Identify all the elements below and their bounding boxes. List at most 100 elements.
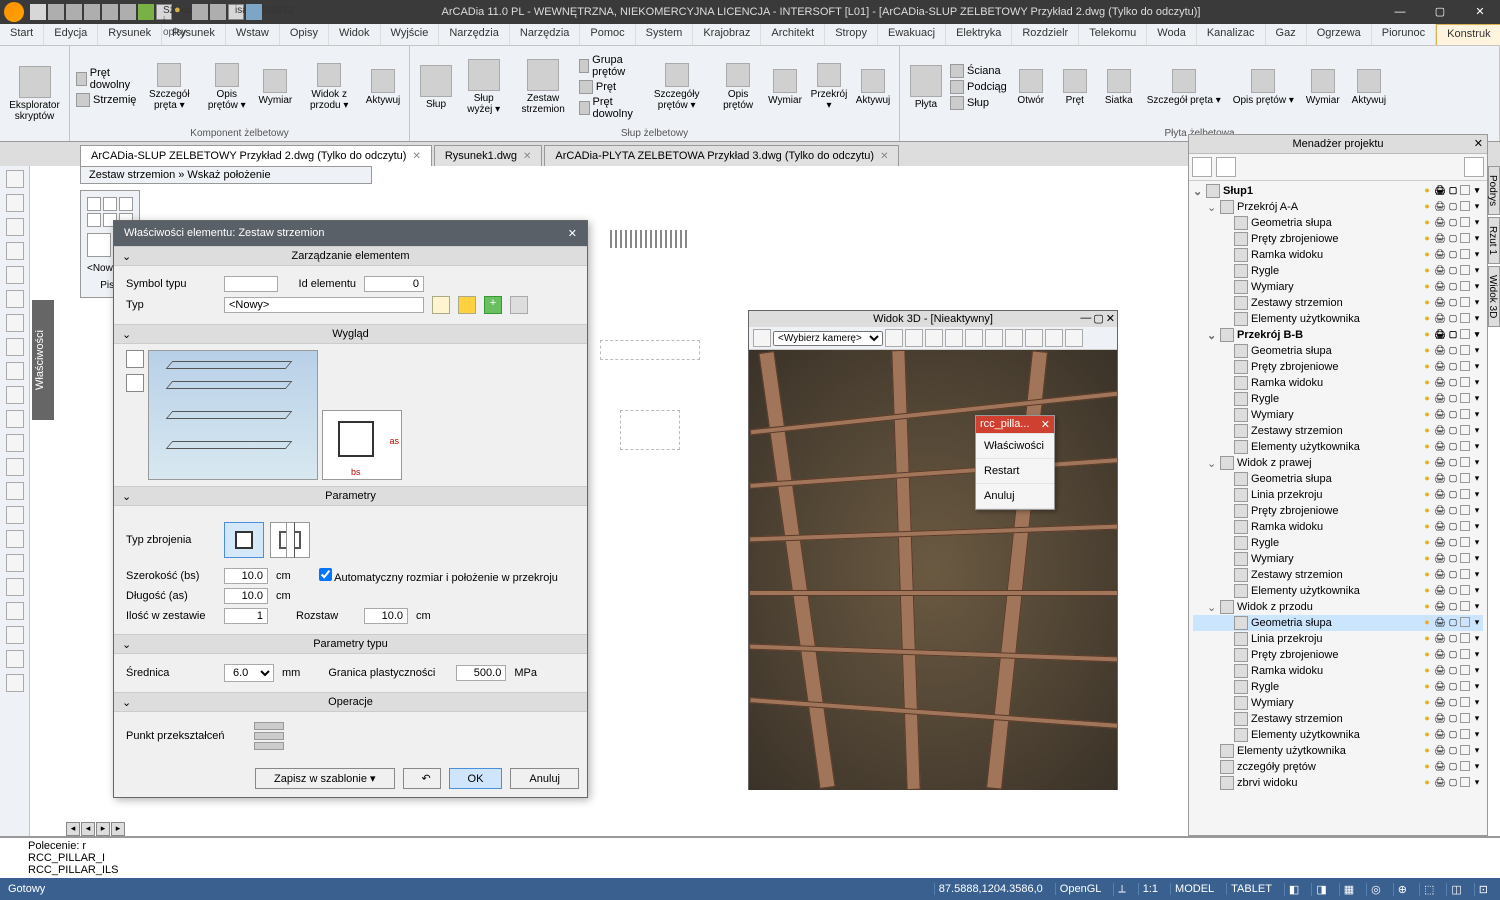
frontview-button[interactable]: Widok z przodu ▾: [299, 48, 359, 126]
tree-row[interactable]: Wymiary●🖨▢▾: [1193, 551, 1483, 567]
right-tab[interactable]: Widok 3D: [1488, 266, 1500, 327]
tree-row[interactable]: zczegóły prętów●🖨▢▾: [1193, 759, 1483, 775]
project-tree[interactable]: ⌄Słup1●🖨▢▾⌄Przekrój A-A●🖨▢▾Geometria słu…: [1189, 181, 1487, 831]
tool-icon[interactable]: [6, 554, 24, 572]
close-icon[interactable]: ✕: [568, 227, 577, 240]
cancel-button[interactable]: Anuluj: [510, 768, 579, 789]
tree-row[interactable]: Elementy użytkownika●🖨▢▾: [1193, 743, 1483, 759]
v3-tool-icon[interactable]: [925, 329, 943, 347]
tool-icon[interactable]: [6, 650, 24, 668]
menu-item[interactable]: Piorunoc: [1372, 24, 1436, 45]
tree-row[interactable]: Wymiary●🖨▢▾: [1193, 407, 1483, 423]
menu-item[interactable]: Start: [0, 24, 44, 45]
length-input[interactable]: [224, 588, 268, 604]
right-tab[interactable]: Rzut 1: [1488, 217, 1500, 264]
document-tab[interactable]: Rysunek1.dwg✕: [434, 145, 543, 166]
tool-icon[interactable]: [6, 458, 24, 476]
hole-button[interactable]: Otwór: [1011, 48, 1051, 126]
qat-icon[interactable]: [102, 4, 118, 20]
menu-item[interactable]: Pomoc: [580, 24, 635, 45]
section-operations[interactable]: Operacje: [114, 692, 587, 712]
close-icon[interactable]: ✕: [1474, 137, 1483, 150]
pm-filter-icon[interactable]: [1464, 157, 1484, 177]
menu-item[interactable]: Rozdzielr: [1012, 24, 1079, 45]
minimize-button[interactable]: —: [1380, 0, 1420, 24]
menu-item[interactable]: Elektryka: [946, 24, 1012, 45]
menu-item[interactable]: Rysunek: [98, 24, 162, 45]
tree-row[interactable]: Ramka widoku●🖨▢▾: [1193, 519, 1483, 535]
menu-item[interactable]: Opisy: [280, 24, 329, 45]
stirrup-set-button[interactable]: Zestaw strzemion: [511, 48, 575, 126]
column-above-button[interactable]: Słup wyżej ▾: [460, 48, 507, 126]
dim-button[interactable]: Wymiar: [1302, 48, 1344, 126]
v3-tool-icon[interactable]: [1005, 329, 1023, 347]
ctx-restart[interactable]: Restart: [976, 459, 1054, 484]
rebar-detail-button[interactable]: Szczegół pręta ▾: [140, 48, 198, 126]
slider-icon[interactable]: [254, 742, 284, 750]
qat-combo[interactable]: isa_V100612: [228, 4, 244, 20]
tree-row[interactable]: Ramka widoku●🖨▢▾: [1193, 663, 1483, 679]
dim-button[interactable]: Wymiar: [255, 48, 295, 126]
tree-row[interactable]: Zestawy strzemion●🖨▢▾: [1193, 567, 1483, 583]
tree-row[interactable]: Elementy użytkownika●🖨▢▾: [1193, 439, 1483, 455]
bar-button[interactable]: Pręt: [1055, 48, 1095, 126]
v3-tool-icon[interactable]: [885, 329, 903, 347]
view3d-canvas[interactable]: [749, 350, 1117, 790]
column-button[interactable]: Słup: [416, 48, 456, 126]
slider-icon[interactable]: [254, 732, 284, 740]
menu-item[interactable]: Telekomu: [1079, 24, 1147, 45]
v3-tool-icon[interactable]: [1045, 329, 1063, 347]
add-icon[interactable]: +: [484, 296, 502, 314]
tool-icon[interactable]: [6, 194, 24, 212]
v3-tool-icon[interactable]: [945, 329, 963, 347]
status-icon[interactable]: ⊕: [1393, 883, 1411, 896]
id-input[interactable]: [364, 276, 424, 292]
type-btn-icon[interactable]: [458, 296, 476, 314]
bar-desc-button[interactable]: Opis prętów ▾: [1229, 48, 1298, 126]
qat-icon[interactable]: [66, 4, 82, 20]
auto-checkbox[interactable]: [319, 568, 332, 581]
properties-side-tab[interactable]: Właściwości: [32, 300, 54, 420]
qat-icon[interactable]: [138, 4, 154, 20]
status-icon[interactable]: ⊡: [1474, 883, 1492, 896]
count-input[interactable]: [224, 608, 268, 624]
close-icon[interactable]: ✕: [880, 151, 888, 162]
tree-row[interactable]: Elementy użytkownika●🖨▢▾: [1193, 311, 1483, 327]
section-button[interactable]: Przekrój ▾: [809, 48, 849, 126]
tool-icon[interactable]: [6, 434, 24, 452]
tree-row[interactable]: ⌄Przekrój A-A●🖨▢▾: [1193, 199, 1483, 215]
ribbon-rebar-any[interactable]: Pręt dowolny: [76, 67, 136, 91]
camera-icon[interactable]: [126, 350, 144, 368]
qat-icon[interactable]: [246, 4, 262, 20]
tree-row[interactable]: Rygle●🖨▢▾: [1193, 679, 1483, 695]
spacing-input[interactable]: [364, 608, 408, 624]
diameter-select[interactable]: 6.0: [224, 664, 274, 682]
rebar-desc-button[interactable]: Opis prętów ▾: [202, 48, 251, 126]
scripts-explorer-button[interactable]: Eksplorator skryptów: [6, 48, 63, 139]
tool-icon[interactable]: [6, 578, 24, 596]
section-parameters[interactable]: Parametry: [114, 486, 587, 506]
tool-icon[interactable]: [6, 482, 24, 500]
width-input[interactable]: [224, 568, 268, 584]
menu-item[interactable]: Ogrzewa: [1307, 24, 1372, 45]
status-tablet[interactable]: TABLET: [1226, 883, 1276, 895]
status-model[interactable]: MODEL: [1170, 883, 1218, 895]
tree-row[interactable]: Rygle●🖨▢▾: [1193, 535, 1483, 551]
status-icon[interactable]: ⬚: [1419, 883, 1438, 896]
qat-combo[interactable]: Szkicowanie i opisy: [156, 4, 172, 20]
status-icon[interactable]: ◫: [1446, 883, 1465, 896]
check-icon[interactable]: [510, 296, 528, 314]
tree-row[interactable]: Ramka widoku●🖨▢▾: [1193, 247, 1483, 263]
section-management[interactable]: Zarządzanie elementem: [114, 246, 587, 266]
tree-row[interactable]: Linia przekroju●🖨▢▾: [1193, 487, 1483, 503]
tool-icon[interactable]: [6, 242, 24, 260]
close-icon[interactable]: ✕: [523, 151, 531, 162]
tool-icon[interactable]: [6, 602, 24, 620]
close-button[interactable]: ✕: [1460, 0, 1500, 24]
menu-item[interactable]: Narzędzia: [510, 24, 581, 45]
symbol-input[interactable]: [224, 276, 278, 292]
yield-input[interactable]: [456, 665, 506, 681]
menu-item[interactable]: Architekt: [761, 24, 825, 45]
status-axes-icon[interactable]: ⟂: [1113, 883, 1129, 896]
ribbon-stirrup[interactable]: Strzemię: [76, 93, 136, 107]
